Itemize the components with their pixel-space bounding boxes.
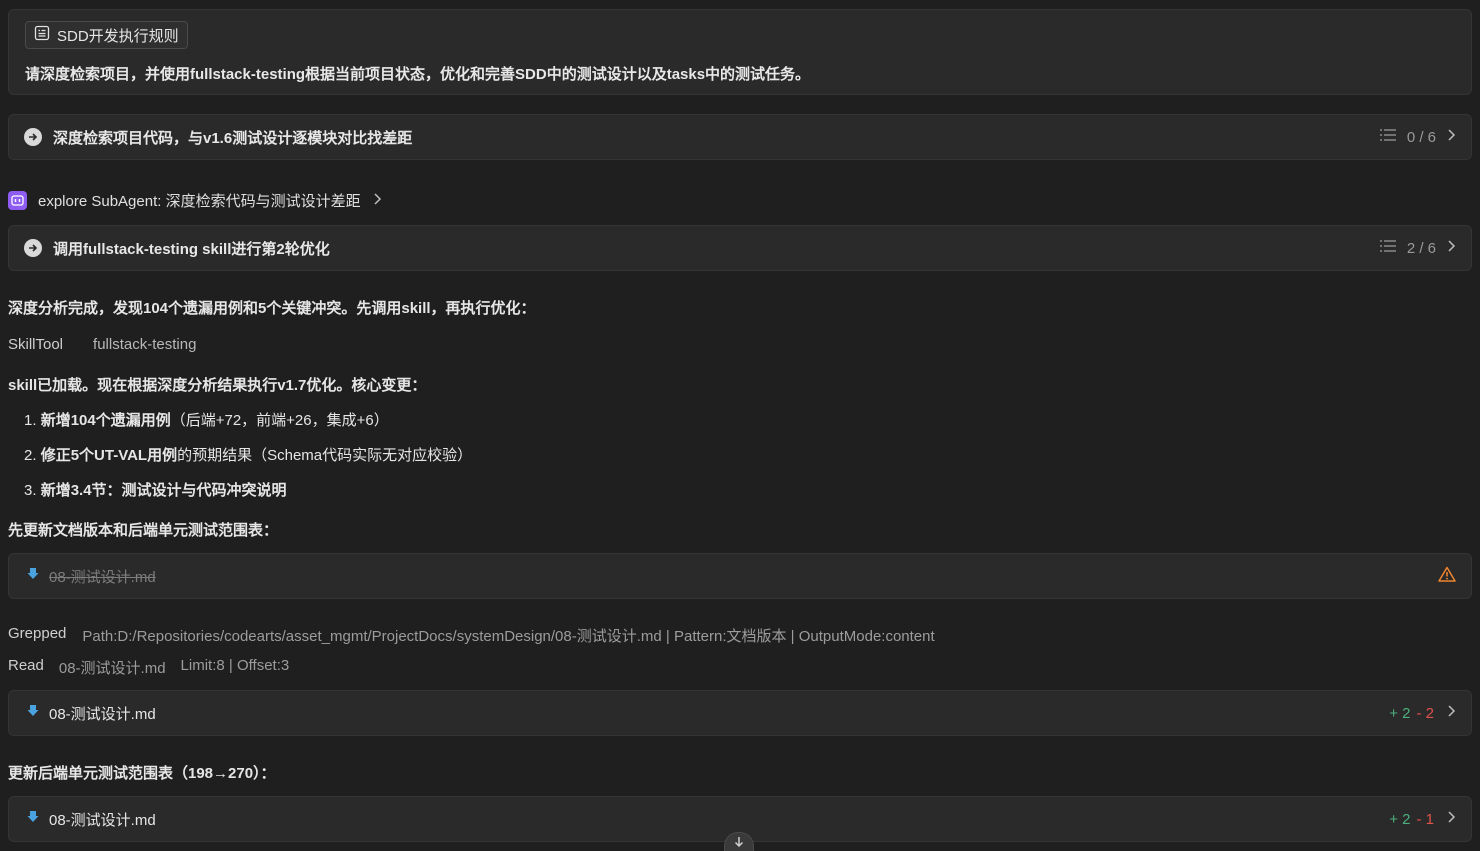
task-row-2[interactable]: 调用fullstack-testing skill进行第2轮优化 2 / 6	[8, 225, 1472, 271]
list-rest: （后端+72，前端+26，集成+6）	[170, 412, 389, 429]
subagent-label: explore SubAgent: 深度检索代码与测试设计差距	[38, 193, 361, 210]
rule-chip-label: SDD开发执行规则	[57, 27, 179, 45]
lines-deleted: - 2	[1416, 704, 1434, 722]
arrow-circle-icon	[24, 239, 42, 257]
read-detail: Limit:8 | Offset:3	[180, 657, 290, 674]
grep-label: Grepped	[8, 625, 67, 642]
prompt-text: 请深度检索项目，并使用fullstack-testing根据当前项目状态，优化和…	[25, 66, 811, 83]
skill-tool-line: SkillTool fullstack-testing	[8, 336, 196, 353]
list-bold: 新增104个遗漏用例	[40, 412, 171, 429]
file-name: 08-测试设计.md	[49, 811, 156, 829]
rule-list-icon	[34, 25, 50, 45]
skill-tool-value: fullstack-testing	[93, 336, 197, 353]
arrow-circle-icon	[24, 128, 42, 146]
file-edit-failed[interactable]: 08-测试设计.md	[8, 553, 1472, 599]
skill-tool-name: SkillTool	[8, 336, 64, 353]
list-num: 3.	[24, 482, 37, 499]
file-download-icon	[27, 704, 39, 722]
list-num: 1.	[24, 412, 37, 429]
file-name: 08-测试设计.md	[49, 705, 156, 723]
loaded-text: skill已加载。现在根据深度分析结果执行v1.7优化。核心变更：	[8, 377, 427, 394]
list-bold: 修正5个UT-VAL用例	[40, 447, 178, 464]
list-icon	[1379, 127, 1397, 147]
read-line: Read 08-测试设计.md Limit:8 | Offset:3	[8, 657, 289, 678]
chevron-right-icon[interactable]	[1446, 704, 1456, 722]
grep-detail: Path:D:/Repositories/codearts/asset_mgmt…	[82, 628, 935, 645]
arrow-down-icon	[733, 833, 745, 851]
lines-deleted: - 1	[1416, 810, 1434, 828]
scroll-down-button[interactable]	[724, 832, 754, 851]
list-bold: 新增3.4节：测试设计与代码冲突说明	[40, 482, 287, 499]
task-progress: 0 / 6	[1406, 128, 1436, 146]
file-download-icon	[27, 567, 39, 585]
rule-chip[interactable]: SDD开发执行规则	[25, 21, 188, 49]
lines-added: + 2	[1389, 704, 1411, 722]
list-num: 2.	[24, 447, 37, 464]
chevron-right-icon[interactable]	[1446, 239, 1456, 257]
bot-icon	[8, 191, 27, 210]
file-edit-1[interactable]: 08-测试设计.md + 2 - 2	[8, 690, 1472, 736]
update-text-1: 先更新文档版本和后端单元测试范围表：	[8, 522, 279, 539]
list-item: 3. 新增3.4节：测试设计与代码冲突说明	[24, 479, 287, 500]
lines-added: + 2	[1389, 810, 1411, 828]
analysis-text: 深度分析完成，发现104个遗漏用例和5个关键冲突。先调用skill，再执行优化：	[8, 300, 536, 317]
chevron-right-icon[interactable]	[1446, 810, 1456, 828]
list-icon	[1379, 238, 1397, 258]
warning-icon	[1438, 566, 1456, 586]
list-item: 1. 新增104个遗漏用例（后端+72，前端+26，集成+6）	[24, 409, 389, 430]
read-file: 08-测试设计.md	[58, 660, 166, 677]
task-label: 调用fullstack-testing skill进行第2轮优化	[53, 240, 330, 258]
grep-line: Grepped Path:D:/Repositories/codearts/as…	[8, 625, 935, 646]
read-label: Read	[8, 657, 44, 674]
task-label: 深度检索项目代码，与v1.6测试设计逐模块对比找差距	[53, 129, 413, 147]
task-progress: 2 / 6	[1406, 239, 1436, 257]
list-item: 2. 修正5个UT-VAL用例的预期结果（Schema代码实际无对应校验）	[24, 444, 472, 465]
prompt-card: SDD开发执行规则 请深度检索项目，并使用fullstack-testing根据…	[8, 9, 1472, 95]
file-name: 08-测试设计.md	[49, 568, 156, 586]
subagent-row[interactable]: explore SubAgent: 深度检索代码与测试设计差距	[8, 190, 382, 211]
list-rest: 的预期结果（Schema代码实际无对应校验）	[177, 447, 473, 464]
update-text-2: 更新后端单元测试范围表（198→270）：	[8, 765, 276, 782]
file-download-icon	[27, 810, 39, 828]
chevron-right-icon[interactable]	[1446, 128, 1456, 146]
task-row-1[interactable]: 深度检索项目代码，与v1.6测试设计逐模块对比找差距 0 / 6	[8, 114, 1472, 160]
chevron-right-icon	[372, 192, 382, 210]
